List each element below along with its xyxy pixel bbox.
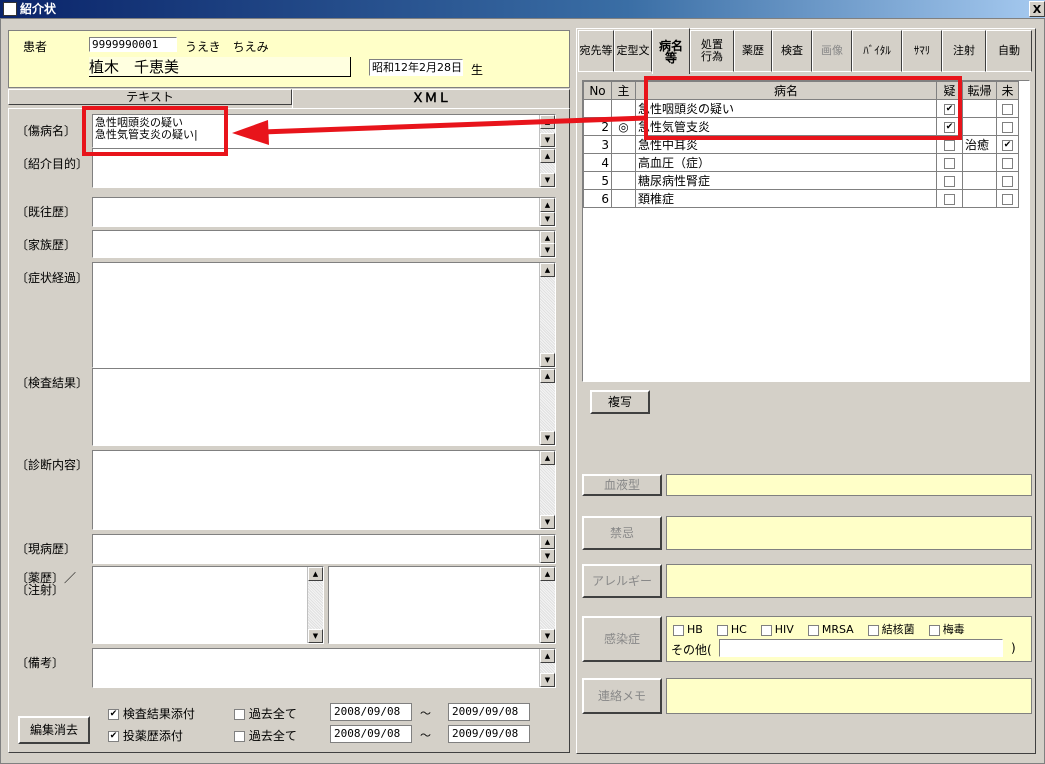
arrow-icon <box>232 115 647 145</box>
